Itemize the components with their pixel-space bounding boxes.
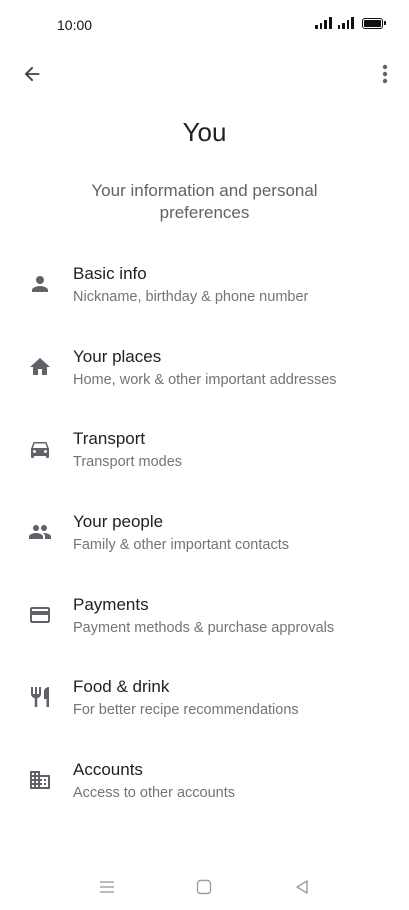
menu-item-payments[interactable]: Payments Payment methods & purchase appr… <box>0 581 409 664</box>
menu-item-food-drink[interactable]: Food & drink For better recipe recommend… <box>0 663 409 746</box>
restaurant-icon <box>26 683 54 711</box>
back-button[interactable] <box>14 56 50 92</box>
credit-card-icon <box>26 601 54 629</box>
back-nav-button[interactable] <box>289 876 315 898</box>
menu-item-description: Transport modes <box>73 454 183 471</box>
menu-item-transport[interactable]: Transport Transport modes <box>0 415 409 498</box>
menu-list: Basic info Nickname, birthday & phone nu… <box>0 250 409 829</box>
menu-item-title: Basic info <box>73 264 147 283</box>
menu-item-description: Payment methods & purchase approvals <box>73 619 335 636</box>
car-icon <box>26 435 54 463</box>
menu-item-title: Accounts <box>73 760 143 780</box>
home-button[interactable] <box>191 876 217 898</box>
menu-item-basic-info[interactable]: Basic info Nickname, birthday & phone nu… <box>0 250 409 333</box>
status-time: 10:00 <box>57 17 93 33</box>
person-icon <box>26 270 54 298</box>
system-nav-bar <box>0 860 409 910</box>
menu-item-your-places[interactable]: Your places Home, work & other important… <box>0 333 409 416</box>
you-screen: 10:00 You Your information and personal … <box>0 0 409 910</box>
menu-item-title: Food & drink <box>73 677 170 697</box>
page-subtitle: Your information and personal preference… <box>91 181 318 222</box>
more-vert-icon <box>382 64 388 84</box>
menu-item-accounts[interactable]: Accounts Access to other accounts <box>0 746 409 829</box>
status-icons <box>315 17 386 29</box>
arrow-back-icon <box>24 66 40 82</box>
status-bar: 10:00 <box>0 0 409 50</box>
more-options-button[interactable] <box>371 56 399 92</box>
menu-item-title: Your places <box>73 346 162 366</box>
triangle-back-icon <box>296 880 308 894</box>
square-icon <box>196 879 212 895</box>
page-title: You <box>182 117 227 147</box>
menu-item-description: For better recipe recommendations <box>73 702 299 719</box>
menu-item-description: Home, work & other important addresses <box>73 371 337 388</box>
home-icon <box>26 353 54 381</box>
menu-item-title: Payments <box>73 594 149 614</box>
menu-item-description: Access to other accounts <box>73 785 235 802</box>
recent-apps-button[interactable] <box>94 876 120 898</box>
menu-item-your-people[interactable]: Your people Family & other important con… <box>0 498 409 581</box>
people-icon <box>26 518 54 546</box>
menu-item-description: Family & other important contacts <box>73 537 289 554</box>
app-bar <box>0 52 409 92</box>
menu-item-description: Nickname, birthday & phone number <box>73 289 309 305</box>
signal-1-icon <box>315 17 332 29</box>
signal-2-icon <box>337 17 354 29</box>
battery-icon <box>362 17 386 29</box>
building-icon <box>26 766 54 794</box>
menu-item-title: Transport <box>73 429 146 449</box>
menu-lines-icon <box>100 881 114 893</box>
menu-item-title: Your people <box>73 512 164 532</box>
